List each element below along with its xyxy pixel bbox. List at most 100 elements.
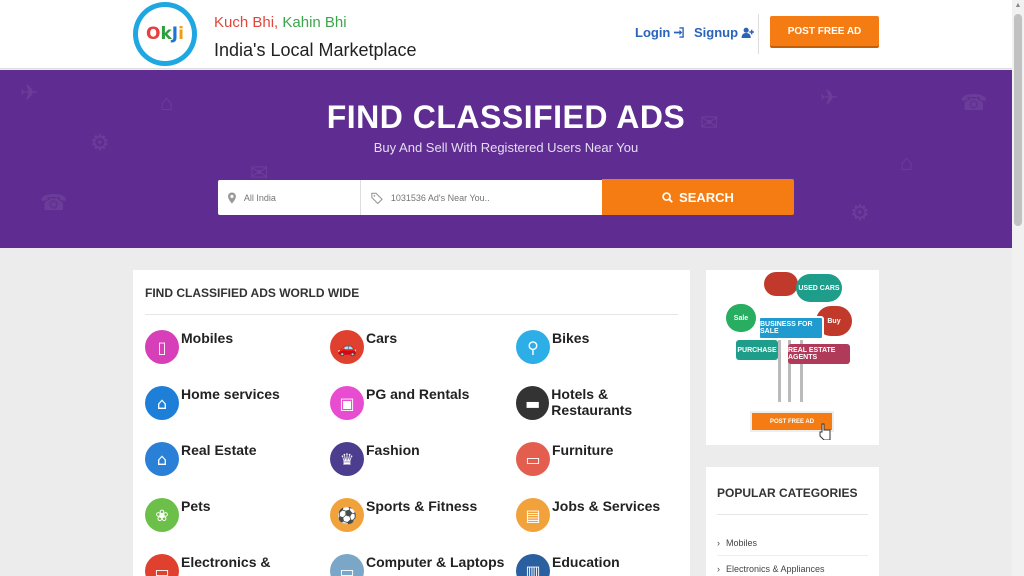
fashion-icon: ♛ (330, 442, 364, 476)
site-header: OkJi Kuch Bhi, Kahin Bhi India's Local M… (0, 0, 1012, 69)
tagline: Kuch Bhi, Kahin Bhi (214, 14, 347, 31)
category-pg-rentals[interactable]: ▣ PG and Rentals (330, 386, 469, 420)
category-sports[interactable]: ⚽ Sports & Fitness (330, 498, 477, 532)
divider (717, 555, 868, 556)
sign-decor (764, 272, 798, 296)
category-label: Hotels & Restaurants (551, 386, 633, 418)
popular-title: POPULAR CATEGORIES (717, 486, 858, 500)
category-label: Sports & Fitness (366, 498, 478, 514)
tagline-part-b: Kahin Bhi (282, 14, 347, 31)
brand-subtitle: India's Local Marketplace (214, 40, 417, 60)
signup-link[interactable]: Signup (694, 25, 755, 40)
category-education[interactable]: ▥ Education (516, 554, 620, 576)
popular-item[interactable]: › Electronics & Appliances (717, 564, 825, 574)
category-home-services[interactable]: ⌂ Home services (145, 386, 280, 420)
sign-purchase: PURCHASE (736, 340, 778, 360)
sofa-icon: ▭ (516, 442, 550, 476)
location-input[interactable] (243, 192, 360, 203)
chevron-right-icon: › (717, 538, 720, 548)
book-icon: ▥ (516, 554, 550, 576)
popular-item-label: Mobiles (726, 538, 758, 548)
electronics-icon: ▭ (145, 554, 179, 576)
category-label: Bikes (552, 330, 590, 346)
computer-icon: ▭ (330, 554, 364, 576)
category-label: Furniture (552, 442, 614, 458)
query-field[interactable] (361, 180, 602, 215)
category-label: Mobiles (181, 330, 234, 346)
sign-business-for-sale: BUSINESS FOR SALE (758, 316, 824, 340)
category-label: Real Estate (181, 442, 257, 458)
category-real-estate[interactable]: ⌂ Real Estate (145, 442, 256, 476)
home-services-icon: ⌂ (145, 386, 179, 420)
category-electronics[interactable]: ▭ Electronics & (145, 554, 270, 576)
tagline-part-a: Kuch Bhi, (214, 14, 279, 31)
category-label: Pets (181, 498, 211, 514)
hero-title: FIND CLASSIFIED ADS (326, 99, 686, 135)
header-divider (758, 14, 759, 54)
sign-pole (788, 330, 791, 402)
hero-banner: ✈ ⚙ ☎ ⌂ ✉ ✈ ⌂ ☎ ⚙ ✉ FIND CLASSIFIED ADS … (0, 70, 1012, 248)
chevron-right-icon: › (717, 564, 720, 574)
popular-item-label: Electronics & Appliances (726, 564, 825, 574)
briefcase-icon: ▤ (516, 498, 550, 532)
location-field[interactable] (218, 180, 361, 215)
divider (145, 314, 678, 315)
sign-used-cars: USED CARS (796, 274, 842, 302)
category-label: Home services (181, 386, 280, 402)
search-button[interactable]: SEARCH (602, 179, 794, 215)
mobile-icon: ▯ (145, 330, 179, 364)
category-label: Fashion (366, 442, 420, 458)
category-label: Computer & Laptops (366, 554, 505, 570)
categories-title: FIND CLASSIFIED ADS WORLD WIDE (145, 286, 360, 300)
category-furniture[interactable]: ▭ Furniture (516, 442, 613, 476)
popular-categories-panel: POPULAR CATEGORIES › Mobiles › Electroni… (706, 467, 879, 576)
hotel-icon: ▬ (516, 386, 550, 420)
scroll-up-arrow-icon[interactable]: ▲ (1012, 0, 1024, 12)
house-icon: ⌂ (145, 442, 179, 476)
category-cars[interactable]: 🚗 Cars (330, 330, 397, 364)
paw-icon: ❀ (145, 498, 179, 532)
ad-banner[interactable]: USED CARS Sale Buy BUSINESS FOR SALE PUR… (706, 270, 879, 445)
site-logo[interactable]: OkJi (133, 2, 197, 66)
category-pets[interactable]: ❀ Pets (145, 498, 211, 532)
category-mobiles[interactable]: ▯ Mobiles (145, 330, 233, 364)
category-bikes[interactable]: ⚲ Bikes (516, 330, 589, 364)
sign-real-estate-agents: REAL ESTATE AGENTS (788, 344, 850, 364)
pattern-icon: ☎ (40, 190, 68, 215)
logo-mark: OkJi (138, 7, 192, 61)
login-label: Login (635, 25, 671, 40)
sign-in-icon (674, 27, 685, 38)
category-label: PG and Rentals (366, 386, 470, 402)
tag-icon (371, 192, 383, 204)
divider (717, 514, 868, 515)
search-button-label: SEARCH (679, 189, 734, 205)
sign-pole (778, 340, 781, 402)
rentals-icon: ▣ (330, 386, 364, 420)
login-link[interactable]: Login (635, 25, 685, 40)
sports-icon: ⚽ (330, 498, 364, 532)
sign-sale: Sale (726, 304, 756, 332)
category-label: Jobs & Services (552, 498, 661, 514)
category-label: Education (552, 554, 620, 570)
car-icon: 🚗 (330, 330, 364, 364)
hero-subtitle: Buy And Sell With Registered Users Near … (373, 140, 639, 155)
categories-panel: FIND CLASSIFIED ADS WORLD WIDE ▯ Mobiles… (133, 270, 690, 576)
category-hotels[interactable]: ▬ Hotels & Restaurants (516, 386, 690, 420)
popular-item[interactable]: › Mobiles (717, 538, 757, 548)
category-jobs[interactable]: ▤ Jobs & Services (516, 498, 660, 532)
category-label: Electronics & (181, 554, 271, 570)
bike-icon: ⚲ (516, 330, 550, 364)
map-marker-icon (228, 191, 236, 204)
signup-label: Signup (694, 25, 739, 40)
category-computers[interactable]: ▭ Computer & Laptops (330, 554, 504, 576)
search-input[interactable] (390, 192, 602, 203)
search-icon (662, 191, 673, 203)
post-free-ad-button[interactable]: POST FREE AD (770, 16, 879, 46)
category-label: Cars (366, 330, 398, 346)
scroll-thumb[interactable] (1014, 14, 1022, 226)
category-fashion[interactable]: ♛ Fashion (330, 442, 420, 476)
user-plus-icon (741, 27, 755, 38)
pattern-icon: ⚙ (850, 200, 870, 225)
page-scrollbar[interactable]: ▲ (1012, 0, 1024, 576)
hand-pointer-icon (819, 423, 831, 440)
